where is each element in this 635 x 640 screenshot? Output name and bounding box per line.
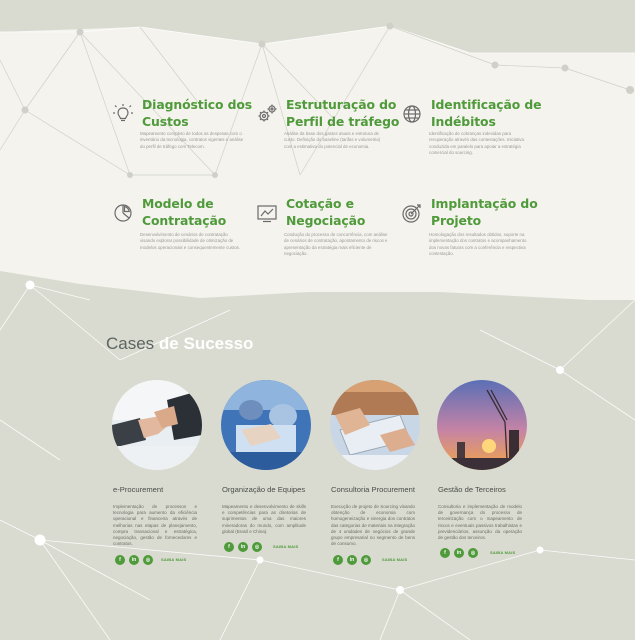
- saiba-mais-link[interactable]: SAIBA MAIS: [490, 550, 515, 555]
- saiba-mais-link[interactable]: SAIBA MAIS: [161, 557, 186, 562]
- case-title[interactable]: e-Procurement: [113, 485, 163, 494]
- linkedin-icon[interactable]: in: [347, 555, 357, 565]
- service-description: Desenvolvimento de cenários de contrataç…: [140, 232, 241, 250]
- service-title: Modelo de Contratação: [142, 196, 227, 228]
- service-description: Homologação dos resultados obtidos, supo…: [429, 232, 527, 256]
- service-description: Análise da base dos gastos atuais e estr…: [284, 131, 381, 149]
- linkedin-icon[interactable]: in: [129, 555, 139, 565]
- case-photo-construction[interactable]: [437, 380, 527, 470]
- service-title: Diagnóstico dos Custos: [142, 97, 253, 129]
- service-description: Mapeamento completo de todos as despesas…: [140, 131, 244, 149]
- case-photo-tablet[interactable]: [330, 380, 420, 470]
- case-title[interactable]: Organização de Equipes: [222, 485, 305, 494]
- facebook-icon[interactable]: f: [115, 555, 125, 565]
- service-title: Cotação e Negociação: [286, 196, 366, 228]
- instagram-icon[interactable]: ◎: [252, 542, 262, 552]
- instagram-icon[interactable]: ◎: [143, 555, 153, 565]
- case-photo-team[interactable]: [221, 380, 311, 470]
- facebook-icon[interactable]: f: [333, 555, 343, 565]
- service-title: Identificação de Indébitos: [431, 97, 542, 129]
- line-chart-icon: [257, 205, 277, 223]
- globe-icon: [403, 105, 421, 123]
- facebook-icon[interactable]: f: [440, 548, 450, 558]
- case-title[interactable]: Consultoria Procurement: [331, 485, 415, 494]
- case-description: Execução de projeto de Sourcing visando …: [331, 504, 415, 547]
- service-title: Implantação do Projeto: [431, 196, 538, 228]
- case-description: Mapeamento e desenvolvimento de skills e…: [222, 504, 306, 534]
- service-description: Identificação de cobranças indevidas par…: [429, 131, 524, 155]
- pie-chart-icon: [114, 204, 132, 222]
- case-description: Implementação de processos e tecnologia …: [113, 504, 197, 547]
- facebook-icon[interactable]: f: [224, 542, 234, 552]
- lightbulb-icon: [113, 104, 133, 122]
- cases-heading-light: Cases: [106, 334, 159, 353]
- case-photo-handshake[interactable]: [112, 380, 202, 470]
- instagram-icon[interactable]: ◎: [468, 548, 478, 558]
- cases-heading: Cases de Sucesso: [106, 334, 253, 354]
- saiba-mais-link[interactable]: SAIBA MAIS: [382, 557, 407, 562]
- service-description: Condução do processo de concorrência, co…: [284, 232, 388, 256]
- instagram-icon[interactable]: ◎: [361, 555, 371, 565]
- cases-heading-bold: de Sucesso: [158, 334, 254, 353]
- case-title[interactable]: Gestão de Terceiros: [438, 485, 506, 494]
- linkedin-icon[interactable]: in: [454, 548, 464, 558]
- service-title: Estruturação do Perfil de tráfego: [286, 97, 400, 129]
- gears-icon: [258, 104, 277, 122]
- case-description: Consultoria e implementação de modelo de…: [438, 504, 522, 541]
- target-icon: [402, 204, 421, 223]
- saiba-mais-link[interactable]: SAIBA MAIS: [273, 544, 298, 549]
- linkedin-icon[interactable]: in: [238, 542, 248, 552]
